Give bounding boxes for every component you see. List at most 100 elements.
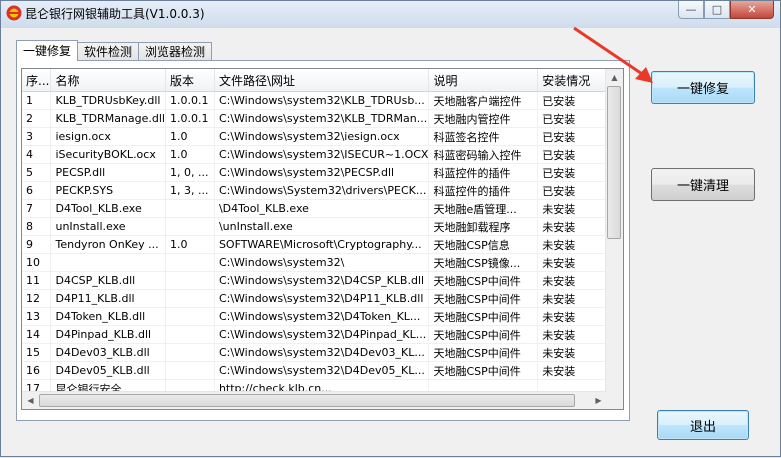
column-header-version[interactable]: 版本	[165, 69, 215, 92]
close-button[interactable]: ✕	[730, 1, 774, 19]
cell-index: 5	[22, 163, 52, 182]
one-click-clean-button[interactable]: 一键清理	[651, 168, 755, 201]
cell-version	[165, 307, 215, 326]
cell-description: 天地融CSP中间件	[428, 325, 539, 344]
header-row: 序... 名称 版本 文件路径\网址 说明 安装情况	[22, 69, 623, 92]
app-window: 昆仑银行网银辅助工具(V1.0.0.3) — □ ✕ 一键修复 软件检测 浏览器…	[0, 0, 781, 457]
cell-version	[165, 253, 215, 272]
cell-name: Tendyron OnKey ...	[50, 235, 166, 254]
cell-index: 1	[22, 91, 52, 110]
cell-description: 天地融CSP信息	[428, 235, 539, 254]
cell-name: iSecurityBOKL.ocx	[50, 145, 166, 164]
cell-version	[165, 217, 215, 236]
table-row[interactable]: 13 D4Token_KLB.dll C:\Windows\system32\D4T…	[22, 307, 623, 326]
cell-path: \D4Tool_KLB.exe	[214, 199, 430, 218]
cell-description: 天地融e盾管理...	[428, 199, 539, 218]
table-row[interactable]: 12 D4P11_KLB.dll C:\Windows\system32\D4P11…	[22, 289, 623, 308]
exit-button[interactable]: 退出	[657, 410, 749, 440]
cell-version: 1, 0, ...	[165, 163, 215, 182]
vertical-scroll-thumb[interactable]	[607, 86, 621, 239]
cell-version: 1, 3, ...	[165, 181, 215, 200]
cell-description: 天地融CSP中间件	[428, 343, 539, 362]
cell-path: C:\Windows\system32\D4Dev03_KL...	[214, 343, 430, 362]
column-header-name[interactable]: 名称	[50, 69, 166, 92]
cell-path: C:\Windows\system32\D4P11_KLB.dll	[214, 289, 430, 308]
table-row[interactable]: 11 D4CSP_KLB.dll C:\Windows\system32\D4CSP…	[22, 271, 623, 290]
horizontal-scrollbar[interactable]: ◀ ▶	[22, 391, 607, 409]
cell-path: C:\Windows\system32\D4CSP_KLB.dll	[214, 271, 430, 290]
table-row[interactable]: 2 KLB_TDRManage.dll 1.0.0.1 C:\Windows\syst…	[22, 109, 623, 128]
scroll-up-icon[interactable]: ▲	[606, 69, 623, 86]
cell-description: 天地融卸载程序	[428, 217, 539, 236]
main-content: 一键修复 软件检测 浏览器检测 序... 名称 版本 文件路径\网址 说明 安装…	[8, 28, 773, 450]
cell-description: 天地融CSP中间件	[428, 307, 539, 326]
table-row[interactable]: 15 D4Dev03_KLB.dll C:\Windows\system32\D4D…	[22, 343, 623, 362]
cell-name: unInstall.exe	[50, 217, 166, 236]
table-row[interactable]: 5 PECSP.dll 1, 0, ... C:\Windows\system32\P…	[22, 163, 623, 182]
tab-one-click-repair[interactable]: 一键修复	[16, 40, 79, 61]
cell-version: 1.0	[165, 145, 215, 164]
cell-index: 8	[22, 217, 52, 236]
scroll-right-icon[interactable]: ▶	[590, 392, 607, 409]
cell-version	[165, 271, 215, 290]
cell-description: 天地融CSP镜像...	[428, 253, 539, 272]
cell-index: 12	[22, 289, 52, 308]
cell-index: 2	[22, 109, 52, 128]
cell-index: 10	[22, 253, 52, 272]
cell-index: 6	[22, 181, 52, 200]
minimize-button[interactable]: —	[678, 1, 704, 19]
cell-version	[165, 343, 215, 362]
cell-path: SOFTWARE\Microsoft\Cryptography...	[214, 235, 430, 254]
cell-version: 1.0	[165, 127, 215, 146]
maximize-button[interactable]: □	[704, 1, 730, 19]
scroll-left-icon[interactable]: ◀	[22, 392, 39, 409]
cell-path: C:\Windows\system32\KLB_TDRUsb...	[214, 91, 430, 110]
table-row[interactable]: 1 KLB_TDRUsbKey.dll 1.0.0.1 C:\Windows\syst…	[22, 91, 623, 110]
scrollbar-corner	[606, 392, 623, 409]
cell-index: 13	[22, 307, 52, 326]
cell-index: 3	[22, 127, 52, 146]
window-title: 昆仑银行网银辅助工具(V1.0.0.3)	[25, 7, 205, 21]
column-header-index[interactable]: 序...	[22, 69, 52, 92]
cell-path: C:\Windows\system32\ISECUR~1.OCX	[214, 145, 430, 164]
cell-name: PECKP.SYS	[50, 181, 166, 200]
vertical-scrollbar[interactable]: ▲ ▼	[605, 69, 623, 409]
cell-description: 天地融CSP中间件	[428, 289, 539, 308]
cell-index: 11	[22, 271, 52, 290]
table-row[interactable]: 16 D4Dev05_KLB.dll C:\Windows\system32\D4D…	[22, 361, 623, 380]
table-row[interactable]: 10 C:\Windows\system32\ 天地融CSP镜像... 未安装	[22, 253, 623, 272]
horizontal-scroll-thumb[interactable]	[39, 394, 575, 407]
one-click-repair-button[interactable]: 一键修复	[651, 71, 755, 104]
cell-description: 天地融CSP中间件	[428, 361, 539, 380]
cell-version	[165, 199, 215, 218]
cell-description: 科蓝控件的插件	[428, 163, 539, 182]
cell-path: C:\Windows\system32\D4Dev05_KL...	[214, 361, 430, 380]
component-list[interactable]: 序... 名称 版本 文件路径\网址 说明 安装情况 1 KLB_TDRUsbKe…	[21, 68, 624, 410]
cell-version: 1.0	[165, 235, 215, 254]
table-row[interactable]: 3 iesign.ocx 1.0 C:\Windows\system32\iesign…	[22, 127, 623, 146]
table-row[interactable]: 6 PECKP.SYS 1, 3, ... C:\Windows\System32\d…	[22, 181, 623, 200]
cell-name	[50, 253, 166, 272]
table-row[interactable]: 4 iSecurityBOKL.ocx 1.0 C:\Windows\system32…	[22, 145, 623, 164]
column-header-path[interactable]: 文件路径\网址	[214, 69, 430, 92]
cell-index: 15	[22, 343, 52, 362]
cell-description: 科蓝签名控件	[428, 127, 539, 146]
cell-path: C:\Windows\system32\D4Pinpad_KL...	[214, 325, 430, 344]
cell-description: 天地融内管控件	[428, 109, 539, 128]
cell-name: D4CSP_KLB.dll	[50, 271, 166, 290]
table-row[interactable]: 9 Tendyron OnKey ... 1.0 SOFTWARE\Microsoft…	[22, 235, 623, 254]
column-header-description[interactable]: 说明	[428, 69, 539, 92]
cell-name: D4Pinpad_KLB.dll	[50, 325, 166, 344]
table-row[interactable]: 8 unInstall.exe \unInstall.exe 天地融卸载程序 未安装	[22, 217, 623, 236]
cell-name: D4Tool_KLB.exe	[50, 199, 166, 218]
cell-path: C:\Windows\System32\drivers\PECK...	[214, 181, 430, 200]
tab-software-check[interactable]: 软件检测	[77, 42, 140, 61]
table-row[interactable]: 14 D4Pinpad_KLB.dll C:\Windows\system32\D4…	[22, 325, 623, 344]
title-bar[interactable]: 昆仑银行网银辅助工具(V1.0.0.3) — □ ✕	[1, 1, 780, 28]
cell-version	[165, 289, 215, 308]
cell-index: 14	[22, 325, 52, 344]
cell-description: 科蓝密码输入控件	[428, 145, 539, 164]
table-row[interactable]: 7 D4Tool_KLB.exe \D4Tool_KLB.exe 天地融e盾管理...…	[22, 199, 623, 218]
tab-browser-check[interactable]: 浏览器检测	[138, 42, 213, 61]
cell-name: iesign.ocx	[50, 127, 166, 146]
